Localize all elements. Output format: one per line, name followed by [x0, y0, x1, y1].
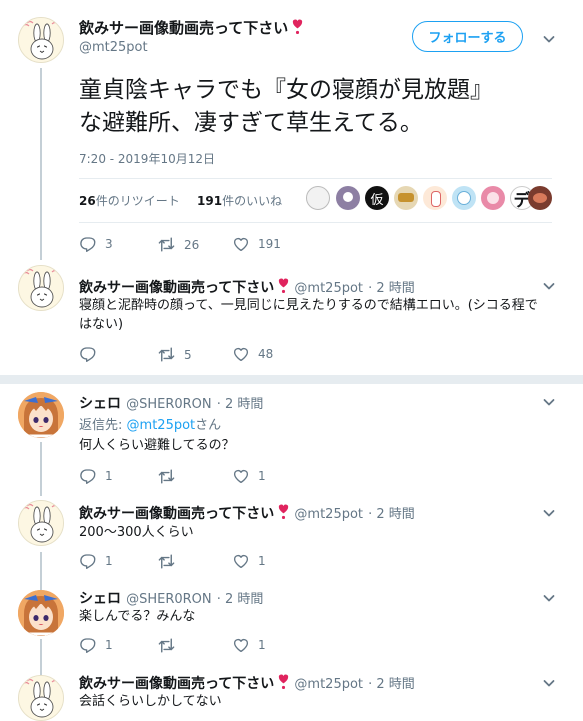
thread-line [40, 442, 42, 496]
reply-icon [79, 467, 97, 485]
tweet-text: 何人くらい避難してるの？ [79, 438, 235, 453]
thread-line [40, 68, 42, 260]
avatar[interactable] [18, 675, 64, 721]
time[interactable]: · 2 時間 [217, 397, 264, 412]
tweet-text: 寝顔と泥酔時の顔って、一見同じに見えたりするので結構エロい。(シコる程で はない… [79, 298, 538, 332]
retweet-icon [157, 467, 176, 486]
retweet-stats[interactable]: 26件のリツイート [79, 192, 180, 209]
retweet-action[interactable] [157, 552, 184, 571]
tweet-text: 200〜300人くらい [79, 525, 194, 540]
heart-icon [232, 467, 250, 485]
heart-icon [232, 235, 250, 253]
liker-avatar[interactable] [394, 186, 418, 210]
retweet-action[interactable] [157, 467, 184, 486]
reply-header: 飲みサー画像動画売って下さい @mt25pot · 2 時間 [79, 277, 415, 297]
display-name[interactable]: 飲みサー画像動画売って下さい [79, 676, 274, 692]
retweet-action[interactable]: 26 [157, 235, 199, 254]
reply-action[interactable]: 3 [79, 235, 113, 253]
display-name[interactable]: シェロ [79, 396, 121, 412]
reply-action[interactable] [79, 345, 105, 363]
avatar[interactable] [18, 392, 64, 438]
tweet-text: 童貞陰キャラでも『女の寝顔が見放題』 な避難所、凄すぎて草生えてる。 [79, 77, 493, 136]
time[interactable]: · 2 時間 [368, 507, 415, 522]
handle[interactable]: @mt25pot [294, 677, 363, 692]
liker-avatars[interactable]: 仮 デ [306, 186, 554, 211]
handle[interactable]: @SHER0RON [126, 397, 212, 412]
like-action[interactable]: 1 [232, 552, 266, 570]
retweet-icon [157, 636, 176, 655]
retweet-action[interactable]: 5 [157, 345, 192, 364]
avatar[interactable] [18, 590, 64, 636]
reply-icon [79, 235, 97, 253]
time[interactable]: · 2 時間 [368, 281, 415, 296]
liker-avatar[interactable]: 仮 [365, 186, 389, 210]
reply-header: シェロ @SHER0RON · 2 時間 [79, 588, 263, 608]
chevron-down-icon[interactable] [541, 675, 557, 691]
time[interactable]: · 2 時間 [217, 592, 264, 607]
reply-icon [79, 636, 97, 654]
reply-icon [79, 345, 97, 363]
tweet-text: 楽しんでる？みんな [79, 609, 196, 624]
thread-line [40, 639, 42, 675]
reply-action[interactable]: 1 [79, 636, 113, 654]
handle[interactable]: @SHER0RON [126, 592, 212, 607]
liker-avatar[interactable] [336, 186, 360, 210]
display-name[interactable]: 飲みサー画像動画売って下さい [79, 17, 303, 38]
handle[interactable]: @mt25pot [294, 507, 363, 522]
heart-icon [232, 636, 250, 654]
tweet-text: 会話くらいしかしてない [79, 694, 222, 709]
like-action[interactable]: 1 [232, 467, 266, 485]
reply-icon [79, 552, 97, 570]
time[interactable]: · 2 時間 [368, 677, 415, 692]
chevron-down-icon[interactable] [541, 31, 557, 47]
chevron-down-icon[interactable] [541, 505, 557, 521]
retweet-icon [157, 345, 176, 364]
display-name[interactable]: 飲みサー画像動画売って下さい [79, 506, 274, 522]
like-action[interactable]: 48 [232, 345, 273, 363]
liker-avatar[interactable] [481, 186, 505, 210]
retweet-icon [157, 552, 176, 571]
reply-header: シェロ @SHER0RON · 2 時間 [79, 393, 263, 413]
thread-line [40, 552, 42, 590]
section-separator [0, 375, 583, 384]
retweet-action[interactable] [157, 636, 184, 655]
timestamp[interactable]: 7:20 - 2019年10月12日 [79, 150, 215, 167]
chevron-down-icon[interactable] [541, 394, 557, 410]
avatar[interactable] [18, 500, 64, 546]
reply-to-link[interactable]: @mt25pot [127, 418, 196, 433]
like-action[interactable]: 191 [232, 235, 281, 253]
heart-icon [232, 552, 250, 570]
heart-emoji-icon [278, 277, 289, 294]
liker-avatar[interactable] [306, 186, 330, 210]
like-action[interactable]: 1 [232, 636, 266, 654]
like-stats[interactable]: 191件のいいね [197, 192, 282, 209]
divider [79, 178, 552, 179]
reply-action[interactable]: 1 [79, 552, 113, 570]
divider [79, 222, 552, 223]
reply-header: 飲みサー画像動画売って下さい @mt25pot · 2 時間 [79, 503, 415, 523]
chevron-down-icon[interactable] [541, 590, 557, 606]
heart-emoji-icon [278, 673, 289, 690]
reply-header: 飲みサー画像動画売って下さい @mt25pot · 2 時間 [79, 673, 415, 693]
handle[interactable]: @mt25pot [294, 281, 363, 296]
chevron-down-icon[interactable] [541, 278, 557, 294]
heart-emoji-icon [278, 503, 289, 520]
reply-action[interactable]: 1 [79, 467, 113, 485]
avatar[interactable] [18, 265, 64, 311]
liker-avatar[interactable] [528, 186, 552, 210]
display-name[interactable]: シェロ [79, 591, 121, 607]
liker-avatar[interactable] [423, 186, 447, 210]
heart-icon [232, 345, 250, 363]
handle[interactable]: @mt25pot [79, 40, 148, 55]
display-name[interactable]: 飲みサー画像動画売って下さい [79, 280, 274, 296]
reply-to: 返信先: @mt25potさん [79, 418, 222, 433]
follow-button[interactable]: フォローする [412, 21, 523, 52]
liker-avatar[interactable] [452, 186, 476, 210]
retweet-icon [157, 235, 176, 254]
avatar[interactable] [18, 17, 64, 63]
heart-emoji-icon [292, 18, 303, 35]
